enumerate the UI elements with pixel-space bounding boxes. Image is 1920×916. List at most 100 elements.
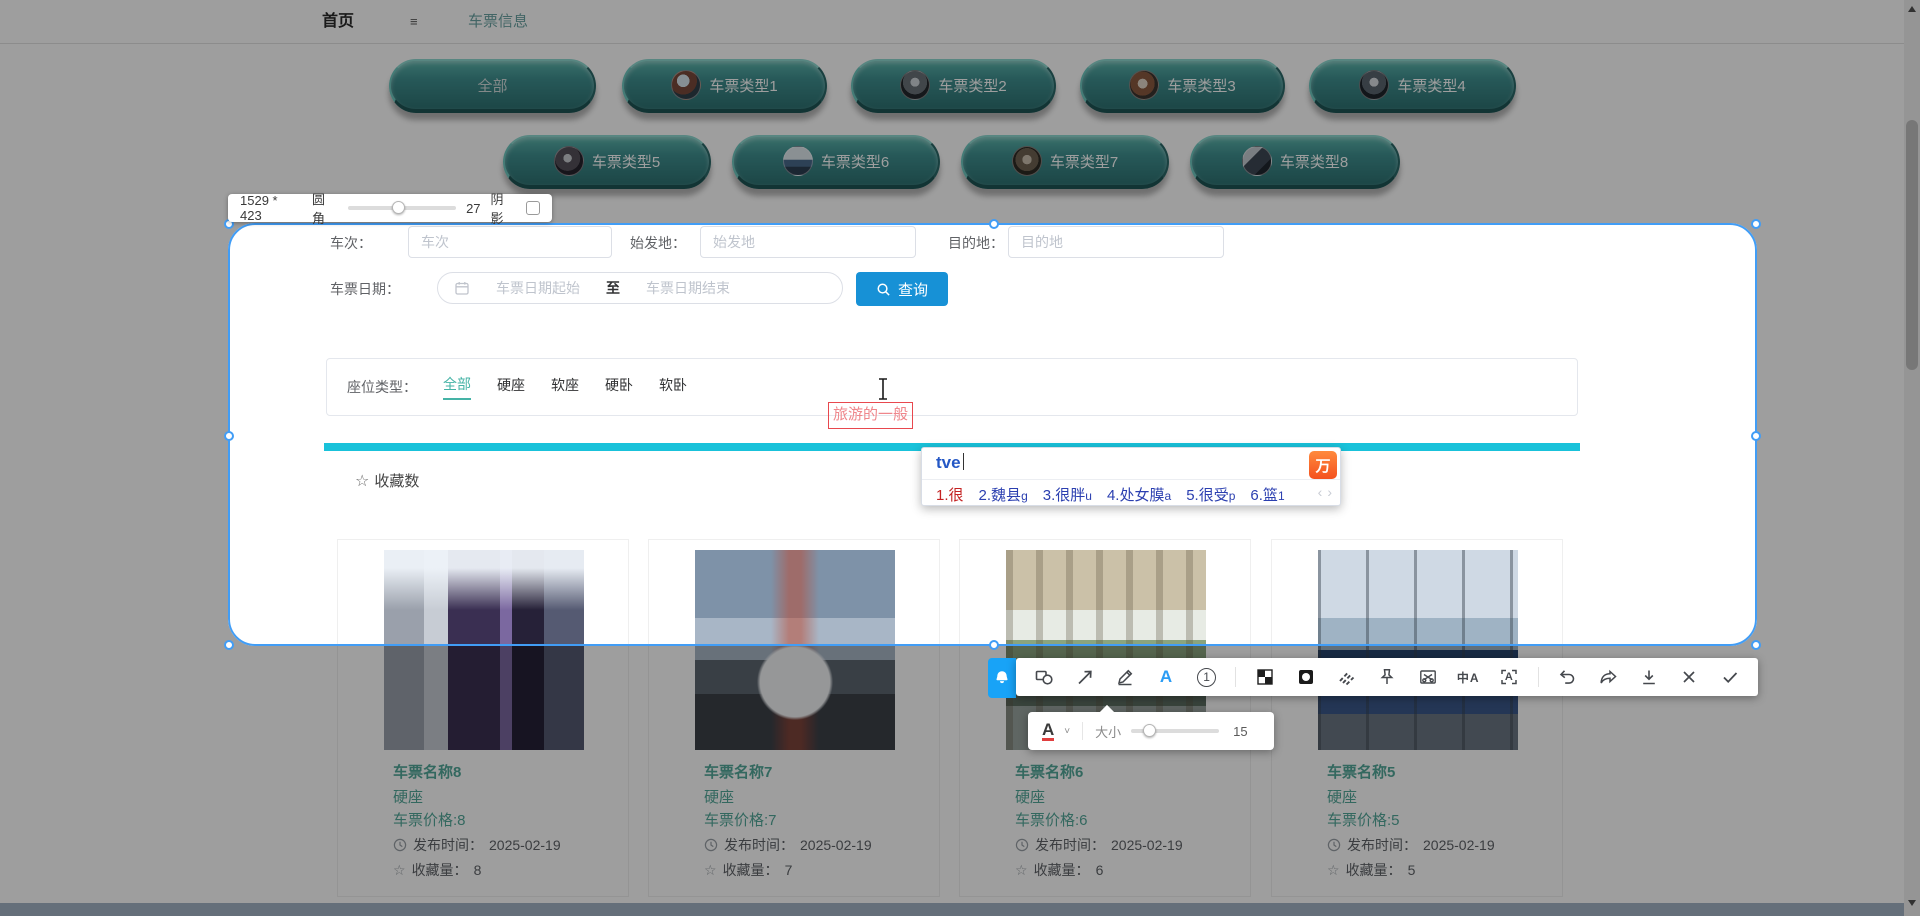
ticket-price: 车票价格:8 [393,809,466,830]
ticket-type-7-button[interactable]: 车票类型7 [961,135,1169,189]
publish-date: 2025-02-19 [1423,837,1495,853]
ime-composition[interactable]: tve [936,453,964,473]
clock-icon [1327,838,1341,852]
selection-handle-sw[interactable] [224,640,234,650]
close-icon[interactable] [1677,665,1701,689]
shape-tool-icon[interactable] [1032,665,1056,689]
arrow-tool-icon[interactable] [1073,665,1097,689]
bell-icon [993,668,1011,688]
annotation-text-box[interactable]: 旅游的一般 [828,402,913,429]
ime-prev-page[interactable]: ‹ [1318,484,1323,500]
ticket-type-label: 车票类型8 [1280,151,1348,172]
star-icon: ☆ [1327,862,1340,879]
toolbar-divider [1538,667,1539,687]
download-icon[interactable] [1637,665,1661,689]
favorites-row: ☆ 收藏量：7 [704,860,792,880]
ticket-type-8-button[interactable]: 车票类型8 [1190,135,1400,189]
selection-handle-w[interactable] [224,431,234,441]
pen-tool-icon[interactable] [1113,665,1137,689]
capture-selection[interactable] [228,223,1757,646]
ticket-type-6-button[interactable]: 车票类型6 [732,135,940,189]
ticket-title: 车票名称5 [1327,761,1395,782]
ticket-type-label: 车票类型2 [938,75,1006,96]
clock-icon [1015,838,1029,852]
ticket-type-thumbnail [1242,146,1272,176]
scroll-up-arrow[interactable] [1908,6,1916,12]
translate-tool-icon[interactable]: 中A [1456,665,1480,689]
corner-radius-slider[interactable] [348,206,456,210]
favorites-row: ☆ 收藏量：6 [1015,860,1103,880]
favorites-count: 8 [474,862,482,878]
page-footer [0,903,1920,916]
ticket-type-thumbnail [900,70,930,100]
font-size-slider[interactable] [1131,729,1219,733]
ticket-type-thumbnail [554,146,584,176]
selection-handle-ne[interactable] [1751,219,1761,229]
ticket-type-3-button[interactable]: 车票类型3 [1080,59,1285,113]
ime-candidate[interactable]: 4.处女膜a [1107,484,1171,505]
shadow-checkbox[interactable] [526,201,540,215]
text-color-picker[interactable]: A [1042,721,1054,741]
ticket-seat: 硬座 [704,786,734,807]
favorites-row: ☆ 收藏量：5 [1327,860,1415,880]
ime-divider [922,479,1340,480]
menu-icon[interactable]: ≡ [410,0,418,44]
ticket-type-label: 车票类型3 [1167,75,1235,96]
ime-candidate[interactable]: 3.很胖u [1043,484,1092,505]
chevron-down-icon[interactable]: ˅ [1064,726,1070,737]
ticket-type-4-button[interactable]: 车票类型4 [1309,59,1516,113]
confirm-icon[interactable] [1718,665,1742,689]
ticket-type-5-button[interactable]: 车票类型5 [503,135,711,189]
number-tool-icon[interactable]: 1 [1195,665,1219,689]
ticket-type-label: 车票类型6 [821,151,889,172]
clip-record-tool-icon[interactable] [1416,665,1440,689]
font-size-value: 15 [1233,724,1247,739]
ime-candidate[interactable]: 5.很受p [1186,484,1235,505]
clock-icon [704,838,718,852]
ime-next-page[interactable]: › [1327,484,1332,500]
marker-tool-icon[interactable] [1334,665,1358,689]
selection-handle-s[interactable] [989,640,999,650]
ocr-tool-icon[interactable]: A [1497,665,1521,689]
favorites-count: 5 [1408,862,1416,878]
ime-logo-icon[interactable]: 万 [1309,451,1337,479]
pin-tool-icon[interactable] [1375,665,1399,689]
star-icon: ☆ [704,862,717,879]
capture-info-bar: 1529 * 423 圆角 27 阴影 [228,194,552,222]
ticket-type-1-button[interactable]: 车票类型1 [622,59,827,113]
star-icon: ☆ [393,862,406,879]
top-nav: 首页 ≡ 车票信息 [0,0,1920,44]
ticket-type-label: 车票类型1 [709,75,777,96]
publish-row: 发布时间：2025-02-19 [1327,835,1495,855]
selection-handle-n[interactable] [989,219,999,229]
scrollbar[interactable] [1904,0,1920,916]
nav-home[interactable]: 首页 [322,0,354,44]
ticket-type-2-button[interactable]: 车票类型2 [851,59,1056,113]
ime-candidate[interactable]: 6.篮1 [1250,484,1284,505]
selection-handle-se[interactable] [1751,640,1761,650]
ticket-price: 车票价格:7 [704,809,777,830]
ime-candidate[interactable]: 2.魏县g [979,484,1028,505]
ticket-type-thumbnail [1129,70,1159,100]
text-tool-icon[interactable]: A [1154,665,1178,689]
capture-tool-logo[interactable] [988,658,1016,698]
publish-row: 发布时间：2025-02-19 [393,835,561,855]
blur-tool-icon[interactable] [1294,665,1318,689]
favorites-row: ☆ 收藏量：8 [393,860,481,880]
ticket-type-thumbnail [1359,70,1389,100]
undo-icon[interactable] [1555,665,1579,689]
ime-candidate[interactable]: 1.很 [936,484,964,505]
ticket-type-all-button[interactable]: 全部 [389,59,596,113]
star-icon: ☆ [1015,862,1028,879]
publish-date: 2025-02-19 [800,837,872,853]
scrollbar-thumb[interactable] [1906,120,1918,370]
ticket-title: 车票名称8 [393,761,461,782]
scroll-down-arrow[interactable] [1908,900,1916,906]
ticket-type-label: 车票类型4 [1397,75,1465,96]
selection-handle-e[interactable] [1751,431,1761,441]
corner-radius-value: 27 [466,201,480,216]
clock-icon [393,838,407,852]
mosaic-tool-icon[interactable] [1253,665,1277,689]
nav-ticket-info[interactable]: 车票信息 [468,0,528,44]
share-icon[interactable] [1596,665,1620,689]
